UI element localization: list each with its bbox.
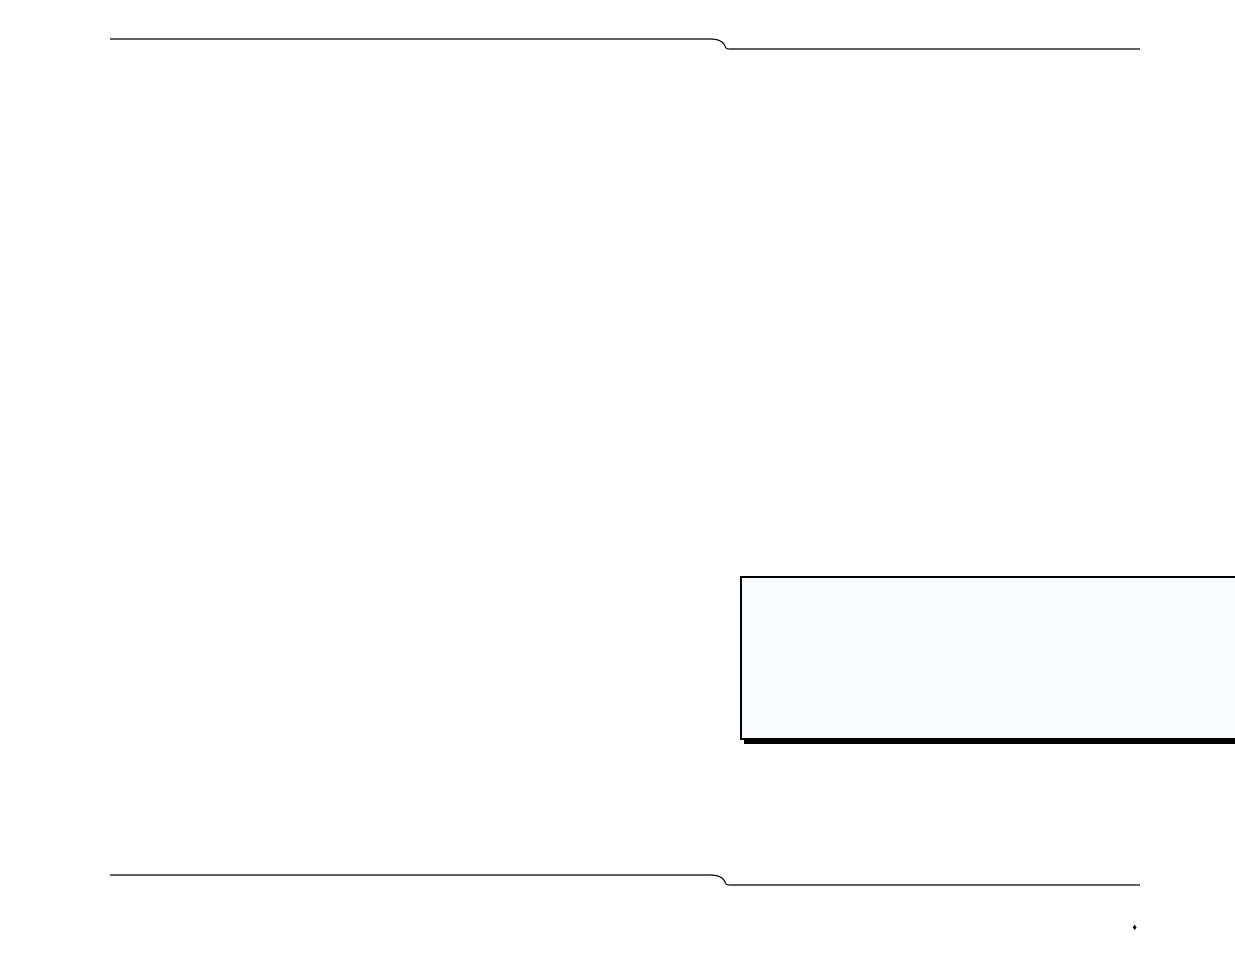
bottom-rule: [110, 874, 1140, 886]
diamond-icon: ♦: [1129, 922, 1140, 932]
page-footer: ♦: [1129, 919, 1140, 934]
callout-box: [740, 576, 1235, 740]
top-rule: [110, 38, 1140, 50]
